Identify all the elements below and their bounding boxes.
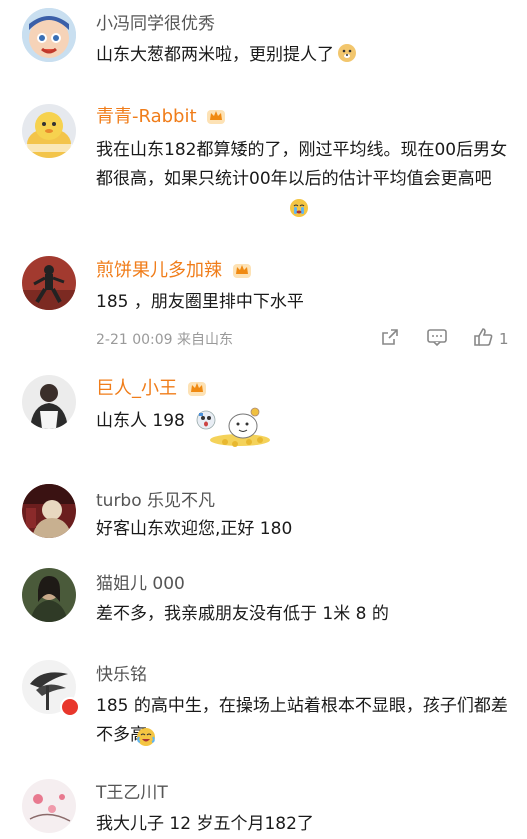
username[interactable]: 青青-Rabbit — [96, 106, 226, 131]
comment-text-content: 山东人 198 — [96, 411, 185, 431]
share-button[interactable] — [380, 327, 400, 351]
comment-meta: 2-21 00:09 来自山东 — [96, 332, 234, 348]
comment-button[interactable] — [426, 327, 448, 351]
username[interactable]: 煎饼果儿多加辣 — [96, 260, 252, 285]
comment-text: 好客山东欢迎您,正好 180 — [96, 519, 293, 539]
crying-emoji-icon — [289, 198, 309, 222]
crying-laugh-emoji-icon — [136, 727, 156, 751]
username-text[interactable]: 巨人_小王 — [96, 378, 177, 399]
comment-text: 185 的高中生，在操场上站着根本不显眼，孩子们都差不多高 — [96, 696, 508, 745]
avatar[interactable] — [22, 8, 76, 62]
username[interactable]: 小冯同学很优秀 — [96, 13, 215, 35]
username[interactable]: 快乐铭 — [96, 664, 147, 686]
like-count: 1 — [499, 330, 509, 348]
thumbs-up-icon — [472, 326, 494, 352]
comment-text: 我大儿子 12 岁五个月182了 — [96, 814, 314, 834]
username[interactable]: 巨人_小王 — [96, 378, 207, 403]
username-text[interactable]: 煎饼果儿多加辣 — [96, 260, 222, 281]
comment-text: 山东大葱都两米啦，更别提人了 — [96, 41, 508, 73]
username[interactable]: 猫姐儿 000 — [96, 573, 185, 595]
avatar[interactable] — [22, 375, 76, 429]
comment-text: 185 ，朋友圈里排中下水平 — [96, 292, 304, 312]
vip-crown-icon — [206, 107, 226, 131]
avatar[interactable] — [22, 484, 76, 538]
sticker-image[interactable] — [205, 400, 275, 454]
comment-text: 我在山东182都算矮的了，刚过平均线。现在00后男女都很高，如果只统计00年以后… — [96, 140, 508, 189]
username[interactable]: T王乙川T — [96, 782, 168, 804]
comment-text: 山东人 198 — [96, 407, 508, 436]
username-text[interactable]: 青青-Rabbit — [96, 106, 197, 127]
comment-text-content: 山东大葱都两米啦，更别提人了 — [96, 45, 334, 65]
avatar[interactable] — [22, 568, 76, 622]
username[interactable]: turbo 乐见不凡 — [96, 490, 215, 512]
like-button[interactable]: 1 — [472, 326, 509, 352]
avatar[interactable] — [22, 256, 76, 310]
comment-text: 差不多，我亲戚朋友没有低于 1米 8 的 — [96, 604, 389, 624]
comment-icon — [426, 327, 448, 351]
avatar[interactable] — [22, 779, 76, 833]
doge-emoji-icon — [337, 43, 357, 73]
vip-crown-icon — [232, 261, 252, 285]
share-icon — [380, 327, 400, 351]
vip-crown-icon — [187, 379, 207, 403]
verified-badge-icon — [60, 697, 80, 717]
avatar[interactable] — [22, 104, 76, 158]
